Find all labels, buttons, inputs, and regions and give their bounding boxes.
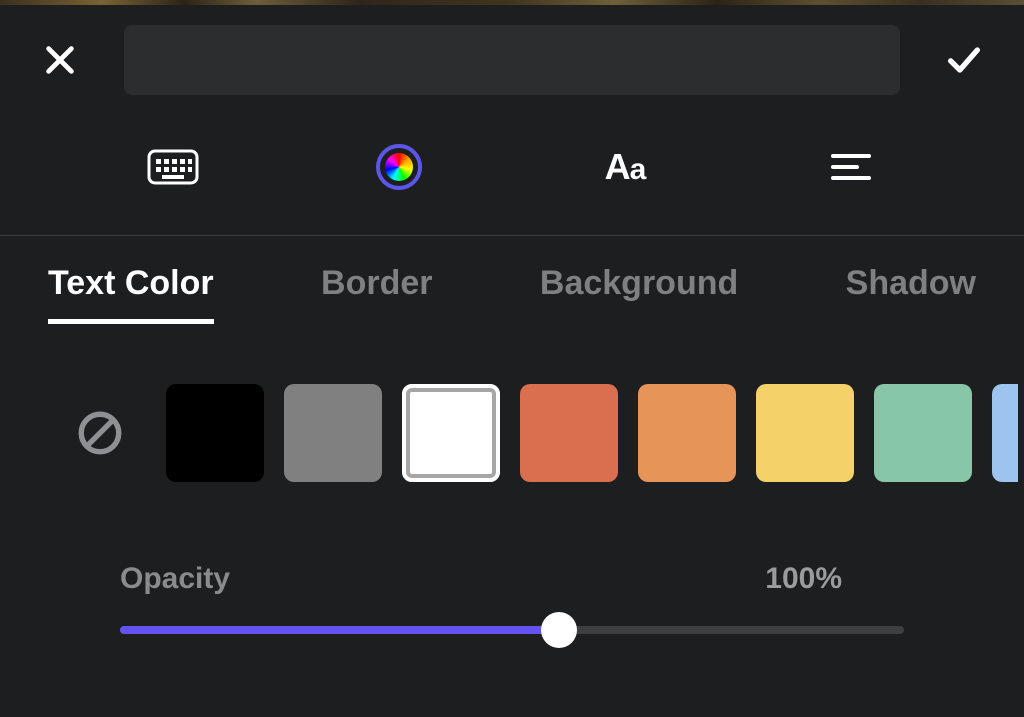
color-swatch-row xyxy=(0,334,1024,482)
color-swatch[interactable] xyxy=(756,384,854,482)
mode-color[interactable] xyxy=(371,139,427,195)
color-swatch[interactable] xyxy=(874,384,972,482)
color-swatch[interactable] xyxy=(520,384,618,482)
color-mode-ring xyxy=(376,144,422,190)
color-swatch[interactable] xyxy=(638,384,736,482)
mode-keyboard[interactable] xyxy=(145,139,201,195)
close-icon xyxy=(43,43,77,77)
no-color-icon xyxy=(75,408,125,458)
slider-track-fill xyxy=(120,626,559,634)
keyboard-icon xyxy=(147,149,199,185)
tab-text-color[interactable]: Text Color xyxy=(48,264,214,324)
confirm-button[interactable] xyxy=(940,36,988,84)
font-icon: Aa xyxy=(605,146,646,188)
mode-font[interactable]: Aa xyxy=(597,139,653,195)
caption-input[interactable] xyxy=(124,25,900,95)
mode-row: Aa xyxy=(0,115,1024,236)
color-swatch[interactable] xyxy=(166,384,264,482)
check-icon xyxy=(944,40,984,80)
tab-shadow[interactable]: Shadow xyxy=(846,264,976,324)
opacity-slider-area: Opacity 100% xyxy=(0,482,1024,648)
color-swatch[interactable] xyxy=(992,384,1018,482)
close-button[interactable] xyxy=(36,36,84,84)
opacity-slider[interactable] xyxy=(120,612,904,648)
mode-align[interactable] xyxy=(823,139,879,195)
align-left-icon xyxy=(831,152,871,182)
color-swatch[interactable] xyxy=(284,384,382,482)
slider-thumb[interactable] xyxy=(541,612,577,648)
tab-border[interactable]: Border xyxy=(321,264,432,324)
color-tab-row: Text Color Border Background Shadow xyxy=(0,236,1024,334)
color-wheel-icon xyxy=(385,153,413,181)
color-swatch[interactable] xyxy=(402,384,500,482)
no-color-button[interactable] xyxy=(68,401,132,465)
opacity-value: 100% xyxy=(765,562,904,596)
tab-background[interactable]: Background xyxy=(540,264,738,324)
header-bar xyxy=(0,5,1024,115)
opacity-label: Opacity xyxy=(120,562,230,596)
